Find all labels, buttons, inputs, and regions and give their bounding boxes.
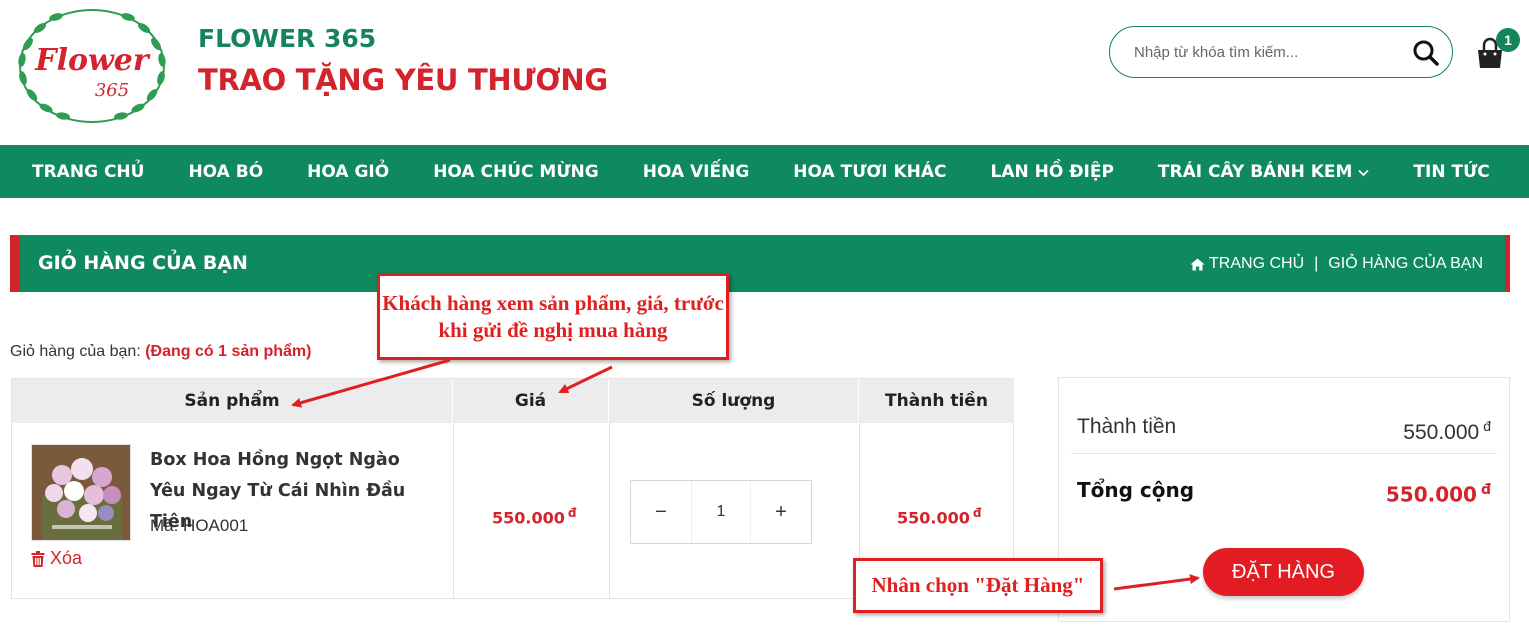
product-code: Mã: HOA001: [150, 516, 249, 535]
breadcrumb-current: GIỎ HÀNG CỦA BẠN: [1328, 255, 1483, 272]
place-order-button[interactable]: ĐẶT HÀNG: [1203, 548, 1364, 596]
trash-icon: [31, 550, 45, 567]
nav-item-hoa-chuc-mung[interactable]: HOA CHÚC MỪNG: [411, 162, 621, 182]
line-total-value: 550.000: [897, 508, 970, 528]
brand: FLOWER 365 TRAO TẶNG YÊU THƯƠNG: [198, 24, 608, 97]
subtotal-value: 550.000 đ: [1403, 418, 1491, 445]
total-label: Tổng cộng: [1077, 478, 1195, 502]
nav-item-trai-cay-banh-kem[interactable]: TRÁI CÂY BÁNH KEM: [1136, 162, 1392, 182]
divider: [1071, 453, 1497, 454]
line-total: 550.000 đ: [897, 506, 981, 527]
breadcrumb-home-label: TRANG CHỦ: [1209, 255, 1305, 272]
total-value: 550.000 đ: [1386, 482, 1491, 507]
column-divider: [609, 423, 610, 599]
svg-text:365: 365: [95, 80, 129, 101]
nav-item-label: HOA GIỎ: [307, 161, 390, 182]
nav-item-label: TIN TỨC: [1413, 161, 1490, 182]
decrease-button[interactable]: −: [631, 481, 691, 543]
nav-item-label: HOA BÓ: [188, 161, 264, 182]
logo[interactable]: Flower 365: [8, 4, 176, 126]
cart-count-badge: 1: [1496, 28, 1520, 52]
svg-text:Flower: Flower: [34, 43, 151, 78]
cart-status: (Đang có 1 sản phẩm): [145, 343, 312, 360]
header-product: Sản phẩm: [12, 379, 453, 423]
quantity-input[interactable]: 1: [691, 481, 751, 543]
cart-summary-line: Giỏ hàng của bạn: (Đang có 1 sản phẩm): [10, 343, 311, 361]
unit-price-value: 550.000: [492, 508, 565, 528]
unit-price: 550.000 đ: [492, 506, 576, 527]
currency-symbol: đ: [1480, 482, 1491, 498]
breadcrumb: TRANG CHỦ | GIỎ HÀNG CỦA BẠN: [1190, 255, 1483, 273]
nav-item-label: HOA TƯƠI KHÁC: [793, 161, 947, 182]
search-icon[interactable]: [1410, 37, 1442, 69]
remove-label: Xóa: [50, 548, 83, 568]
nav-item-label: TRANG CHỦ: [32, 161, 145, 182]
home-icon: [1190, 258, 1205, 270]
product-thumbnail[interactable]: [31, 444, 131, 541]
increase-button[interactable]: +: [751, 481, 811, 543]
breadcrumb-separator: |: [1314, 255, 1319, 272]
breadcrumb-home[interactable]: TRANG CHỦ: [1190, 255, 1304, 273]
page-title-bar: GIỎ HÀNG CỦA BẠN TRANG CHỦ | GIỎ HÀNG CỦ…: [10, 235, 1510, 292]
annotation-note-order: Nhân chọn "Đặt Hàng": [853, 558, 1103, 613]
total-amount: 550.000: [1385, 482, 1477, 507]
page-title: GIỎ HÀNG CỦA BẠN: [38, 252, 248, 274]
nav-item-home[interactable]: TRANG CHỦ: [10, 162, 166, 182]
currency-symbol: đ: [567, 506, 577, 520]
nav-item-tin-tuc[interactable]: TIN TỨC: [1391, 162, 1511, 182]
nav-item-hoa-bo[interactable]: HOA BÓ: [166, 162, 285, 182]
nav-item-hoa-tuoi-khac[interactable]: HOA TƯƠI KHÁC: [771, 162, 968, 182]
subtotal-label: Thành tiền: [1077, 415, 1177, 438]
currency-symbol: đ: [1483, 418, 1491, 434]
column-divider: [453, 423, 454, 599]
header-price: Giá: [453, 379, 609, 423]
nav-item-hoa-gio[interactable]: HOA GIỎ: [285, 162, 411, 182]
brand-slogan: TRAO TẶNG YÊU THƯƠNG: [198, 63, 608, 97]
search-input[interactable]: [1134, 41, 1404, 63]
site-header: Flower 365 FLOWER 365 TRAO TẶNG YÊU THƯƠ…: [0, 0, 1529, 145]
nav-item-label: HOA VIẾNG: [642, 161, 750, 182]
chevron-down-icon: [1358, 162, 1370, 182]
nav-item-label: TRÁI CÂY BÁNH KEM: [1157, 161, 1353, 182]
nav-item-label: LAN HỒ ĐIỆP: [990, 161, 1114, 182]
annotation-note-review: Khách hàng xem sản phẩm, giá, trước khi …: [377, 273, 729, 360]
cart-prefix: Giỏ hàng của bạn:: [10, 343, 141, 360]
header-total: Thành tiền: [859, 379, 1014, 423]
header-quantity: Số lượng: [609, 379, 859, 423]
brand-name: FLOWER 365: [198, 24, 377, 53]
search-box: [1109, 26, 1453, 78]
nav-item-label: HOA CHÚC MỪNG: [433, 161, 599, 182]
subtotal-amount: 550.000: [1403, 421, 1480, 444]
quantity-stepper: − 1 +: [630, 480, 812, 544]
remove-button[interactable]: Xóa: [31, 548, 82, 569]
nav-item-lan-ho-diep[interactable]: LAN HỒ ĐIỆP: [969, 162, 1136, 182]
currency-symbol: đ: [972, 506, 982, 520]
nav-item-hoa-vieng[interactable]: HOA VIẾNG: [621, 162, 772, 182]
main-nav: TRANG CHỦ HOA BÓ HOA GIỎ HOA CHÚC MỪNG H…: [0, 145, 1529, 198]
